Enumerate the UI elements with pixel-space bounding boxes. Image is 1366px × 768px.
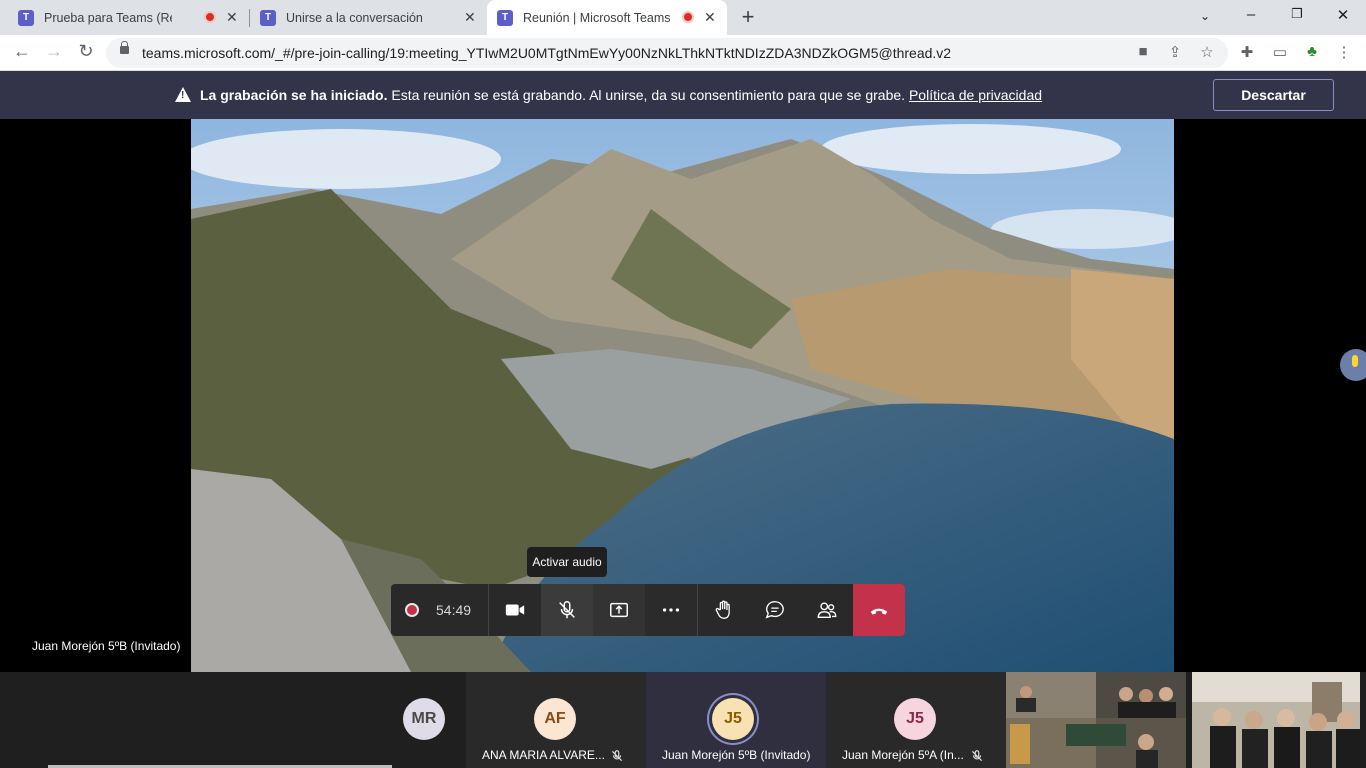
teams-logo-icon: T <box>18 9 34 26</box>
minimize-icon[interactable]: – <box>1241 6 1261 23</box>
camera-icon <box>505 604 525 616</box>
camera-button[interactable] <box>489 584 541 636</box>
forward-icon[interactable]: → <box>43 41 65 62</box>
avatar: J5 <box>712 698 754 740</box>
dismiss-button[interactable]: Descartar <box>1213 79 1334 111</box>
recording-icon <box>682 11 694 23</box>
back-icon[interactable]: ← <box>11 41 33 62</box>
participants-icon <box>817 602 837 619</box>
microphone-off-icon <box>611 750 623 762</box>
raise-hand-icon <box>715 600 730 619</box>
lock-icon <box>120 41 129 54</box>
participant-name: Juan Morejón 5ºA (In... <box>842 748 964 762</box>
classroom-photo <box>1192 672 1360 768</box>
recording-banner: La grabación se ha iniciado. Esta reunió… <box>0 71 1366 119</box>
microphone-off-icon <box>971 750 983 762</box>
hang-up-button[interactable] <box>853 584 905 636</box>
share-screen-button[interactable] <box>593 584 645 636</box>
more-icon <box>662 608 680 612</box>
hang-up-icon <box>870 608 888 615</box>
reload-icon[interactable]: ↻ <box>75 41 97 62</box>
participant-tile-af[interactable]: AF ANA MARIA ALVARE... <box>466 672 646 768</box>
participant-name: Juan Morejón 5ºB (Invitado) <box>662 748 811 762</box>
teams-logo-icon: T <box>497 9 513 26</box>
participant-tile-j5a[interactable]: J5 Juan Morejón 5ºA (In... <box>826 672 1006 768</box>
omnibox[interactable]: teams.microsoft.com/_#/pre-join-calling/… <box>106 38 1228 68</box>
microphone-off-icon <box>559 601 575 619</box>
tab-title: Reunión | Microsoft Teams <box>523 10 671 25</box>
unmute-tooltip: Activar audio <box>527 547 607 577</box>
profile-cactus-icon[interactable]: ♣ <box>1302 43 1322 60</box>
privacy-link[interactable]: Política de privacidad <box>909 87 1042 103</box>
browser-menu-icon[interactable]: ⋮ <box>1334 43 1354 61</box>
avatar: AF <box>534 698 576 740</box>
chat-button[interactable] <box>749 584 801 636</box>
classroom-photo <box>1006 672 1186 768</box>
browser-tab-2[interactable]: T Unirse a la conversación ✕ <box>250 0 486 35</box>
avatar: J5 <box>894 698 936 740</box>
participants-button[interactable] <box>801 584 853 636</box>
tab-search-icon[interactable]: ⌄ <box>1195 9 1215 23</box>
banner-message: Esta reunión se está grabando. Al unirse… <box>391 87 906 103</box>
timer-text: 54:49 <box>436 602 472 618</box>
tab-title: Prueba para Teams (Reunión <box>44 10 172 25</box>
participant-name: ANA MARIA ALVARE... <box>482 748 605 762</box>
tab-title: Unirse a la conversación <box>286 10 423 25</box>
share-screen-icon <box>610 602 628 618</box>
avatar: MR <box>403 698 445 740</box>
url-text: teams.microsoft.com/_#/pre-join-calling/… <box>142 45 952 61</box>
restore-icon[interactable]: ❐ <box>1287 6 1307 22</box>
participant-gallery: MR AF ANA MARIA ALVARE... J5 Juan Morejó… <box>0 672 1366 768</box>
recording-timer: 54:49 <box>391 584 489 636</box>
warning-icon <box>175 87 191 102</box>
classroom-video-tile-1[interactable] <box>1006 672 1186 768</box>
close-tab-icon[interactable]: ✕ <box>226 9 238 26</box>
browser-tab-3[interactable]: T Reunión | Microsoft Teams ✕ <box>487 0 727 35</box>
teams-logo-icon: T <box>260 9 276 26</box>
call-controls-bar: 54:49 <box>391 584 905 636</box>
cast-icon[interactable]: ▭ <box>1270 43 1290 61</box>
raise-hand-button[interactable] <box>697 584 749 636</box>
more-options-button[interactable] <box>645 584 697 636</box>
banner-bold-text: La grabación se ha iniciado. <box>200 87 388 103</box>
banner-text: La grabación se ha iniciado. Esta reunió… <box>200 87 1042 103</box>
participant-tile-j5-speaking[interactable]: J5 Juan Morejón 5ºB (Invitado) <box>646 672 826 768</box>
browser-tab-1[interactable]: T Prueba para Teams (Reunión ✕ <box>0 0 248 35</box>
browser-tab-bar: T Prueba para Teams (Reunión ✕ T Unirse … <box>0 0 1366 35</box>
record-indicator-icon <box>405 603 419 617</box>
side-mic-indicator-icon[interactable] <box>1340 349 1366 381</box>
bookmark-star-icon[interactable]: ☆ <box>1197 43 1217 61</box>
share-icon[interactable]: ⇪ <box>1165 43 1185 61</box>
microphone-button[interactable] <box>541 584 593 636</box>
classroom-video-tile-2[interactable] <box>1192 672 1360 768</box>
camera-permission-icon[interactable]: ■ <box>1133 43 1153 60</box>
chat-icon <box>765 601 784 619</box>
speaker-name-label: Juan Morejón 5ºB (Invitado) <box>32 639 181 653</box>
address-bar: ← → ↻ teams.microsoft.com/_#/pre-join-ca… <box>0 35 1366 71</box>
close-tab-icon[interactable]: ✕ <box>464 9 476 26</box>
new-tab-icon[interactable]: + <box>738 4 758 30</box>
recording-icon <box>204 11 216 23</box>
close-tab-icon[interactable]: ✕ <box>704 9 716 26</box>
close-window-icon[interactable]: ✕ <box>1333 6 1353 24</box>
extensions-icon[interactable]: ✚ <box>1237 43 1257 61</box>
